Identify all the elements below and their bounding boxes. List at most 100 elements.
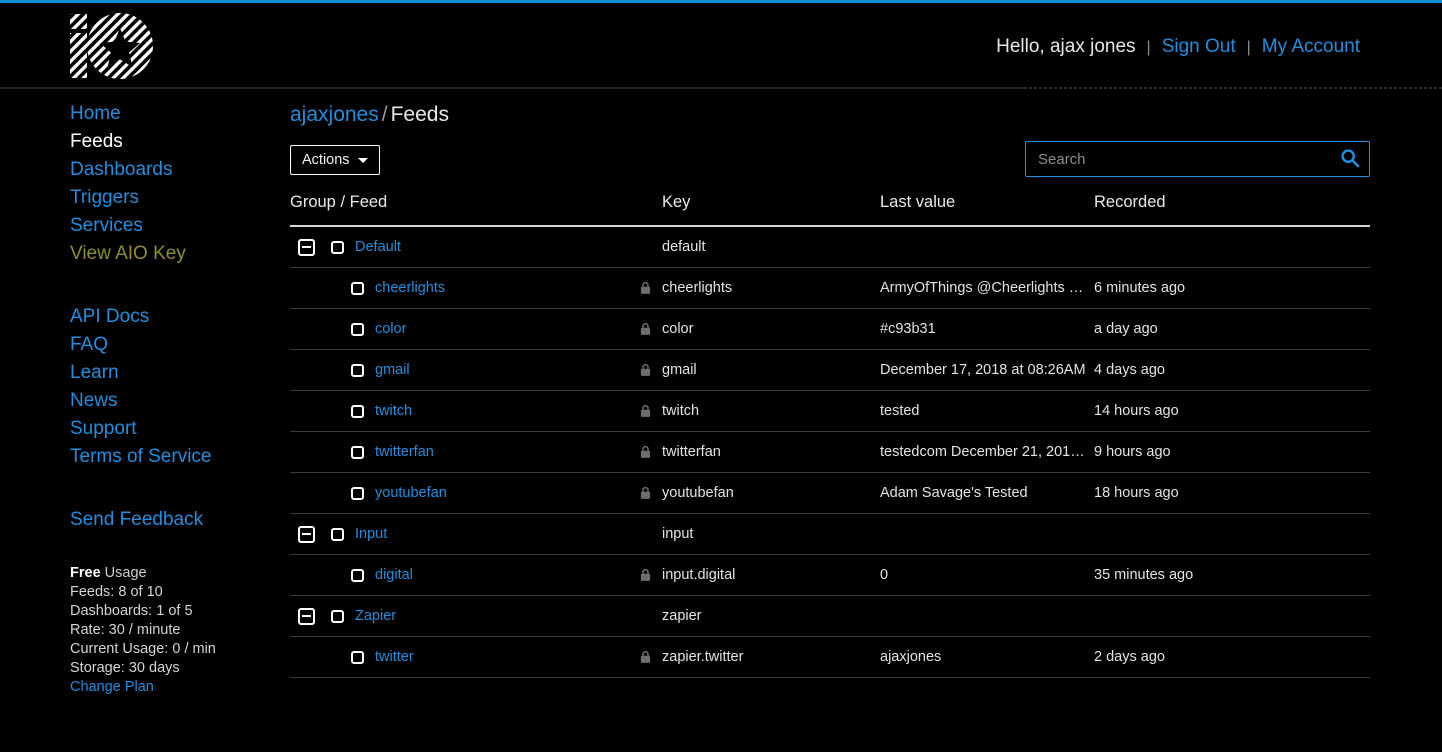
usage-plan-row: Free Usage <box>70 564 270 583</box>
last-value-cell: Adam Savage's Tested <box>880 473 1094 514</box>
last-value-text: #c93b31 <box>880 321 936 337</box>
last-value-cell <box>880 514 1094 555</box>
collapse-icon[interactable] <box>298 607 315 625</box>
lock-icon <box>640 322 651 336</box>
collapse-icon[interactable] <box>298 525 315 543</box>
recorded-text: 14 hours ago <box>1094 403 1179 419</box>
sidebar-item-terms-of-service[interactable]: Terms of Service <box>0 443 270 471</box>
feed-link[interactable]: twitter <box>375 649 414 665</box>
feed-checkbox[interactable] <box>351 281 364 295</box>
column-header-last-value[interactable]: Last value <box>880 193 1094 226</box>
feed-link[interactable]: digital <box>375 567 413 583</box>
feed-key-text: cheerlights <box>662 280 733 296</box>
group-link[interactable]: Input <box>355 526 387 542</box>
column-header-recorded[interactable]: Recorded <box>1094 193 1370 226</box>
table-row[interactable]: Zapier zapier <box>290 596 1370 637</box>
sidebar-item-services[interactable]: Services <box>0 212 270 240</box>
feed-key-text: youtubefan <box>662 485 734 501</box>
table-row[interactable]: youtubefan youtubefan Adam Savage's Tested… <box>290 473 1370 514</box>
feeds-table-body: Default default cheerlights cheerlights Army… <box>290 226 1370 678</box>
feed-checkbox[interactable] <box>351 650 364 664</box>
feed-checkbox[interactable] <box>351 322 364 336</box>
group-checkbox[interactable] <box>331 609 344 623</box>
feed-key-text: color <box>662 321 694 337</box>
sidebar-item-faq[interactable]: FAQ <box>0 331 270 359</box>
sidebar-item-dashboards[interactable]: Dashboards <box>0 156 270 184</box>
sidebar-item-support[interactable]: Support <box>0 415 270 443</box>
last-value-cell <box>880 226 1094 268</box>
sidebar-item-view-aio-key[interactable]: View AIO Key <box>0 240 270 268</box>
recorded-cell: 4 days ago <box>1094 350 1370 391</box>
breadcrumb-user-link[interactable]: ajaxjones <box>290 103 379 126</box>
table-row[interactable]: twitter zapier.twitter ajaxjones 2 days ago <box>290 637 1370 678</box>
table-row[interactable]: digital input.digital 0 35 minutes ago <box>290 555 1370 596</box>
sidebar-item-home[interactable]: Home <box>0 100 270 128</box>
sidebar-item-learn[interactable]: Learn <box>0 359 270 387</box>
lock-icon <box>640 363 651 377</box>
lock-icon <box>640 281 651 295</box>
feed-link[interactable]: twitch <box>375 403 412 419</box>
table-row[interactable]: cheerlights cheerlights ArmyOfThings @Chee… <box>290 268 1370 309</box>
sidebar-item-news[interactable]: News <box>0 387 270 415</box>
group-checkbox[interactable] <box>331 527 344 541</box>
feed-link[interactable]: youtubefan <box>375 485 447 501</box>
sidebar-item-send-feedback[interactable]: Send Feedback <box>0 506 270 534</box>
feed-key-cell: zapier <box>662 596 880 637</box>
table-row[interactable]: gmail gmail December 17, 2018 at 08:26AM 4 … <box>290 350 1370 391</box>
sidebar-item-triggers[interactable]: Triggers <box>0 184 270 212</box>
feed-checkbox[interactable] <box>351 363 364 377</box>
table-row[interactable]: Default default <box>290 226 1370 268</box>
group-name-cell: Input <box>290 514 662 555</box>
table-toolbar: Actions <box>290 141 1375 187</box>
search-box[interactable] <box>1025 141 1370 177</box>
search-button[interactable] <box>1331 142 1369 176</box>
table-row[interactable]: twitterfan twitterfan testedcom December 2… <box>290 432 1370 473</box>
group-name-cell: Zapier <box>290 596 662 637</box>
feed-key-text: input <box>662 526 694 542</box>
last-value-text: ArmyOfThings @Cheerlights … <box>880 280 1084 296</box>
feed-checkbox[interactable] <box>351 404 364 418</box>
table-row[interactable]: Input input <box>290 514 1370 555</box>
column-header-group-feed[interactable]: Group / Feed <box>290 193 662 226</box>
feed-key-cell: default <box>662 226 880 268</box>
feed-checkbox[interactable] <box>351 445 364 459</box>
feed-link[interactable]: cheerlights <box>375 280 445 296</box>
actions-button[interactable]: Actions <box>290 145 380 175</box>
last-value-cell: December 17, 2018 at 08:26AM <box>880 350 1094 391</box>
table-header-row: Group / Feed Key Last value Recorded <box>290 193 1370 226</box>
table-row[interactable]: twitch twitch tested 14 hours ago <box>290 391 1370 432</box>
chevron-down-icon <box>357 157 368 163</box>
usage-plan-name: Free <box>70 565 101 581</box>
feed-checkbox[interactable] <box>351 568 364 582</box>
recorded-text: 9 hours ago <box>1094 444 1171 460</box>
feed-link[interactable]: twitterfan <box>375 444 434 460</box>
table-row[interactable]: color color #c93b31 a day ago <box>290 309 1370 350</box>
adafruit-io-logo[interactable] <box>68 12 154 80</box>
my-account-link[interactable]: My Account <box>1262 33 1360 61</box>
sign-out-link[interactable]: Sign Out <box>1162 33 1236 61</box>
feed-link[interactable]: gmail <box>375 362 410 378</box>
lock-icon <box>640 650 651 664</box>
collapse-icon[interactable] <box>298 238 315 256</box>
sidebar-item-feeds[interactable]: Feeds <box>0 128 270 156</box>
feed-key-cell: youtubefan <box>640 473 880 514</box>
group-checkbox[interactable] <box>331 240 344 254</box>
page-root: Hello, ajax jones | Sign Out | My Accoun… <box>0 0 1442 752</box>
column-header-key[interactable]: Key <box>662 193 880 226</box>
feed-checkbox[interactable] <box>351 486 364 500</box>
recorded-text: 6 minutes ago <box>1094 280 1186 296</box>
feed-key-cell: input <box>662 514 880 555</box>
feed-key-text: zapier <box>662 608 702 624</box>
feed-link[interactable]: color <box>375 321 406 337</box>
feed-name-cell: gmail <box>290 350 662 391</box>
group-link[interactable]: Zapier <box>355 608 396 624</box>
feed-key-cell: cheerlights <box>640 268 880 309</box>
group-link[interactable]: Default <box>355 239 401 255</box>
change-plan-link[interactable]: Change Plan <box>70 678 154 697</box>
recorded-cell <box>1094 226 1370 268</box>
sidebar-item-api-docs[interactable]: API Docs <box>0 303 270 331</box>
search-input[interactable] <box>1026 142 1331 176</box>
sidebar-secondary-nav: API Docs FAQ Learn News Support Terms of… <box>0 303 270 471</box>
lock-icon <box>640 568 651 582</box>
